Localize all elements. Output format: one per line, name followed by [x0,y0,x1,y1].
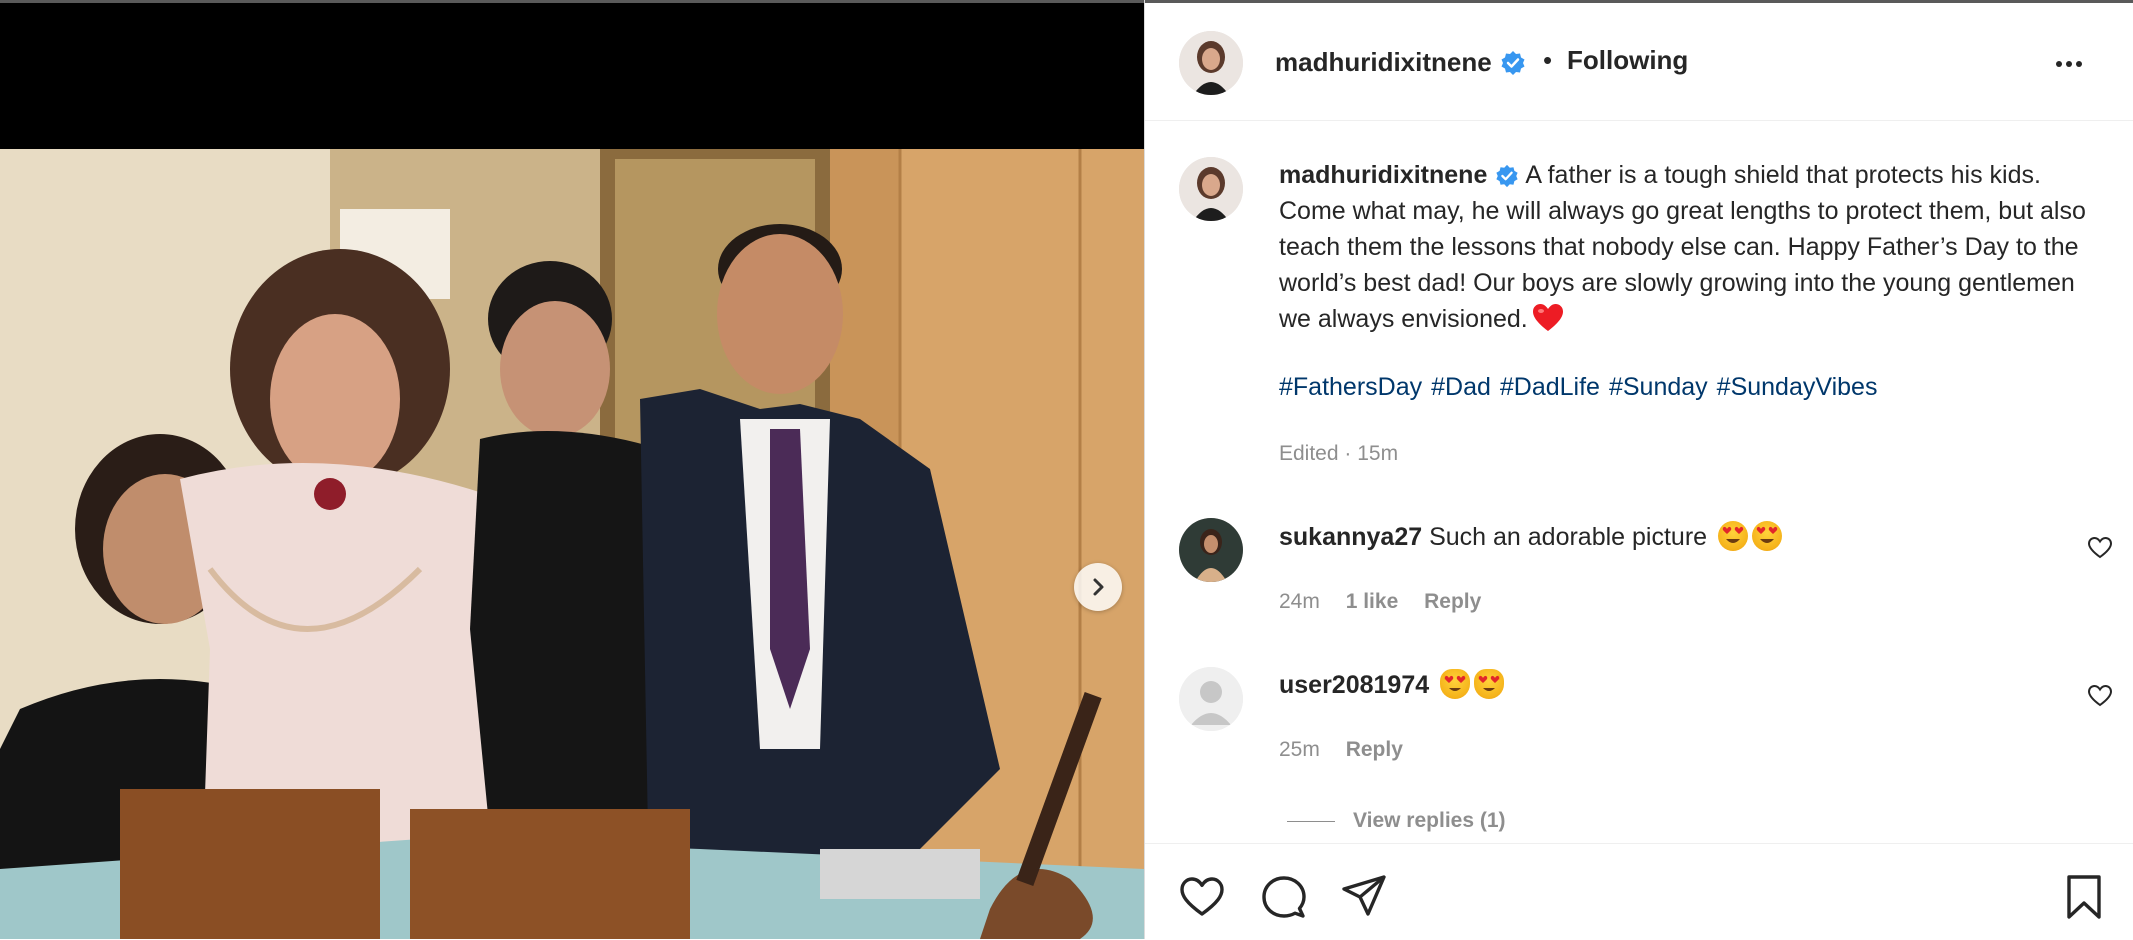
comment-text: Such an adorable picture [1429,523,1708,551]
hashtag-list: #FathersDay #Dad #DadLife #Sunday #SundayVib… [1279,373,1886,402]
author-username[interactable]: madhuridixitnene [1275,47,1526,78]
comment-likes[interactable]: 1 like [1346,590,1399,613]
caption-username[interactable]: madhuridixitnene [1279,161,1487,189]
hashtag-link[interactable]: #DadLife [1500,373,1600,401]
post-actions-bar [1145,843,2133,940]
author-username-text[interactable]: madhuridixitnene [1275,47,1492,77]
comment-username[interactable]: user2081974 [1279,671,1429,699]
post-sidebar: madhuridixitnene • Following madhuridixi… [1144,0,2133,939]
window-top-border [0,0,1144,3]
post-caption: madhuridixitnene A father is a tough shi… [1279,157,2089,337]
commenter-avatar[interactable] [1179,518,1243,582]
author-avatar[interactable] [1179,31,1243,95]
heart-icon[interactable] [2087,535,2113,561]
header-separator: • [1543,45,1553,75]
hashtag-link[interactable]: #Dad [1431,373,1491,401]
comments-scroll-area[interactable]: madhuridixitnene A father is a tough shi… [1145,121,2133,843]
bookmark-icon[interactable] [2061,874,2107,920]
reply-button[interactable]: Reply [1346,738,1403,761]
author-avatar-image [1179,31,1243,95]
comment-username[interactable]: sukannya27 [1279,523,1422,551]
post-photo [0,149,1144,939]
heart-icon[interactable] [2087,683,2113,709]
default-avatar-image [1179,667,1243,731]
more-options-icon[interactable] [2049,49,2089,79]
post-header: madhuridixitnene • Following [1145,3,2133,121]
caption-avatar-image [1179,157,1243,221]
heart-icon[interactable] [1179,874,1225,920]
comment-icon[interactable] [1261,874,1307,920]
commenter-avatar[interactable] [1179,667,1243,731]
post-media [0,0,1144,939]
heart-eyes-cat-emoji-icon [1440,669,1471,699]
comment-meta: 24m 1 like Reply [1279,590,1501,614]
share-icon[interactable] [1341,874,1387,920]
following-button[interactable]: Following [1567,45,1688,76]
view-replies-button[interactable]: View replies (1) [1287,809,1506,833]
verified-badge-icon [1501,51,1525,75]
commenter-avatar-image [1179,518,1243,582]
chevron-right-icon [1093,578,1104,596]
comment-body: sukannya27 Such an adorable picture [1279,521,1783,552]
next-photo-button[interactable] [1074,563,1122,611]
hashtag-link[interactable]: #FathersDay [1279,373,1422,401]
caption-author-avatar[interactable] [1179,157,1243,221]
heart-eyes-emoji-icon [1752,521,1783,551]
comment-body: user2081974 [1279,669,1505,700]
heart-eyes-emoji-icon [1718,521,1749,551]
replies-divider [1287,820,1335,822]
heart-eyes-cat-emoji-icon [1474,669,1505,699]
family-photo-illustration [0,149,1144,939]
verified-badge-icon [1496,164,1518,188]
edited-timestamp: Edited · 15m [1279,442,1399,465]
comment-time[interactable]: 25m [1279,738,1320,761]
reply-button[interactable]: Reply [1424,590,1481,613]
comment-meta: 25m Reply [1279,738,1423,762]
red-heart-emoji-icon [1532,304,1563,331]
hashtag-link[interactable]: #Sunday [1609,373,1708,401]
hashtag-link[interactable]: #SundayVibes [1717,373,1878,401]
comment-time[interactable]: 24m [1279,590,1320,613]
view-replies-label[interactable]: View replies (1) [1353,809,1506,832]
